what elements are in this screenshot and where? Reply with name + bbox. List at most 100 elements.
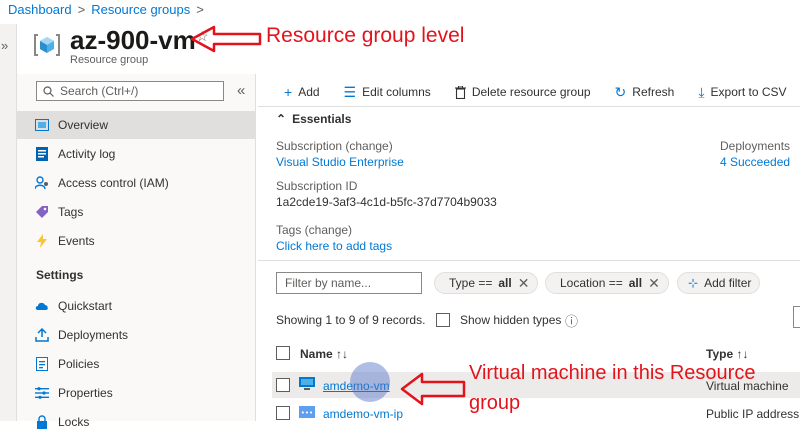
page-subtitle: Resource group [70, 54, 149, 66]
annotation-arrow-icon [190, 25, 262, 53]
sidebar-item-label: Quickstart [58, 299, 113, 313]
sidebar-item-events[interactable]: Events [17, 227, 255, 255]
location-filter-pill[interactable]: Location == all ✕ [545, 272, 669, 294]
sidebar-item-label: Overview [58, 118, 109, 132]
plus-icon: + [284, 84, 293, 100]
resource-type: Public IP address [706, 407, 800, 421]
command-bar: + Add ☰ Edit columns Delete resource group… [258, 78, 800, 106]
annotation-vm-line2: group [469, 392, 521, 414]
columns-icon: ☰ [343, 83, 357, 100]
sidebar-divider [255, 74, 256, 421]
add-filter-button[interactable]: ⊹ Add filter [677, 272, 761, 294]
subscription-id-label: Subscription ID [276, 179, 358, 193]
subscription-id-value: 1a2cde19-3af3-4c1d-b5fc-37d7704b9033 [276, 195, 497, 209]
add-filter-label: Add filter [704, 276, 752, 290]
column-header-type[interactable]: Type ↑↓ [706, 347, 748, 361]
subscription-label: Subscription (change) [276, 139, 393, 153]
records-count: Showing 1 to 9 of 9 records. [276, 313, 426, 327]
sidebar-item-label: Policies [58, 357, 100, 371]
essentials-divider [258, 260, 800, 261]
breadcrumb-separator: > [77, 2, 86, 17]
filter-by-name-input[interactable]: Filter by name... [276, 272, 422, 294]
resource-name-link[interactable]: amdemo-vm-ip [323, 407, 403, 421]
delete-label: Delete resource group [471, 85, 591, 99]
sidebar-item-properties[interactable]: Properties [17, 379, 255, 407]
location-filter-value: all [628, 276, 643, 290]
location-filter-key: Location == [560, 276, 623, 290]
show-hidden-checkbox[interactable] [436, 313, 450, 327]
cloud-icon [35, 299, 49, 313]
filter-placeholder: Filter by name... [285, 276, 372, 290]
lock-icon [35, 415, 49, 429]
annotation-resource-group-level: Resource group level [266, 24, 465, 47]
delete-resource-group-button[interactable]: Delete resource group [454, 85, 591, 99]
settings-heading: Settings [36, 268, 84, 282]
add-button[interactable]: + Add [284, 84, 320, 100]
policy-icon [35, 357, 49, 371]
properties-icon [35, 386, 49, 400]
sidebar-item-activity-log[interactable]: Activity log [17, 140, 255, 168]
essentials-heading: Essentials [292, 112, 352, 126]
download-icon: ⤓ [698, 83, 705, 100]
chevron-up-icon: ⌃ [276, 112, 287, 126]
toolbar-divider [258, 106, 800, 107]
export-csv-button[interactable]: ⤓ Export to CSV [698, 84, 786, 101]
show-hidden-label: Show hidden types [460, 313, 562, 327]
public-ip-icon: ••• [299, 406, 315, 418]
lightning-icon [35, 234, 49, 248]
grouping-dropdown[interactable] [793, 306, 800, 328]
tags-label: Tags (change) [276, 223, 353, 237]
add-label: Add [298, 85, 320, 99]
row-checkbox[interactable] [276, 378, 290, 392]
sidebar-item-label: Access control (IAM) [58, 176, 169, 190]
close-icon[interactable]: ✕ [648, 275, 660, 292]
virtual-machine-icon [299, 377, 315, 390]
deployments-label: Deployments [720, 139, 791, 153]
menu-search-input[interactable]: Search (Ctrl+/) [36, 81, 224, 101]
add-tags-link[interactable]: Click here to add tags [276, 239, 392, 253]
sidebar-item-locks[interactable]: Locks [17, 408, 255, 436]
subscription-link[interactable]: Visual Studio Enterprise [276, 155, 404, 169]
row-checkbox[interactable] [276, 406, 290, 420]
search-placeholder: Search (Ctrl+/) [60, 84, 139, 98]
info-icon[interactable]: ⓘ [565, 311, 578, 330]
close-icon[interactable]: ✕ [518, 275, 530, 292]
breadcrumb-dashboard[interactable]: Dashboard [8, 2, 72, 17]
refresh-icon: ↻ [614, 83, 627, 100]
edit-columns-button[interactable]: ☰ Edit columns [344, 84, 431, 101]
sidebar-item-label: Locks [58, 415, 90, 429]
iam-icon [35, 176, 49, 190]
edit-columns-label: Edit columns [362, 85, 431, 99]
essentials-toggle[interactable]: ⌃ Essentials [276, 112, 351, 126]
sidebar-item-label: Deployments [58, 328, 129, 342]
column-header-name[interactable]: Name ↑↓ [300, 347, 348, 361]
sidebar-item-iam[interactable]: Access control (IAM) [17, 169, 255, 197]
overview-icon [35, 118, 49, 132]
sidebar-item-quickstart[interactable]: Quickstart [17, 292, 255, 320]
sidebar-item-deployments[interactable]: Deployments [17, 321, 255, 349]
type-filter-key: Type == [449, 276, 493, 290]
type-filter-value: all [498, 276, 512, 290]
breadcrumb: Dashboard > Resource groups > [8, 2, 204, 17]
sidebar-item-policies[interactable]: Policies [17, 350, 255, 378]
mouse-highlight [350, 362, 390, 402]
annotation-arrow-icon [400, 372, 466, 406]
type-filter-pill[interactable]: Type == all ✕ [434, 272, 539, 294]
collapse-menu-icon[interactable]: « [237, 82, 245, 99]
sidebar-item-label: Properties [58, 386, 113, 400]
expand-menu-icon[interactable]: » [1, 38, 8, 53]
search-icon [43, 85, 54, 97]
select-all-checkbox[interactable] [276, 346, 290, 360]
resource-group-icon [34, 34, 60, 56]
breadcrumb-separator: > [196, 2, 204, 17]
sidebar-item-label: Tags [58, 205, 84, 219]
sidebar-item-overview[interactable]: Overview [17, 111, 255, 139]
deployments-link[interactable]: 4 Succeeded [720, 155, 790, 169]
sidebar-item-tags[interactable]: Tags [17, 198, 255, 226]
trash-icon [454, 85, 466, 99]
sidebar-item-label: Events [58, 234, 95, 248]
refresh-button[interactable]: ↻ Refresh [615, 84, 675, 101]
breadcrumb-resource-groups[interactable]: Resource groups [91, 2, 190, 17]
activity-log-icon [35, 147, 49, 161]
tag-icon [35, 205, 49, 219]
